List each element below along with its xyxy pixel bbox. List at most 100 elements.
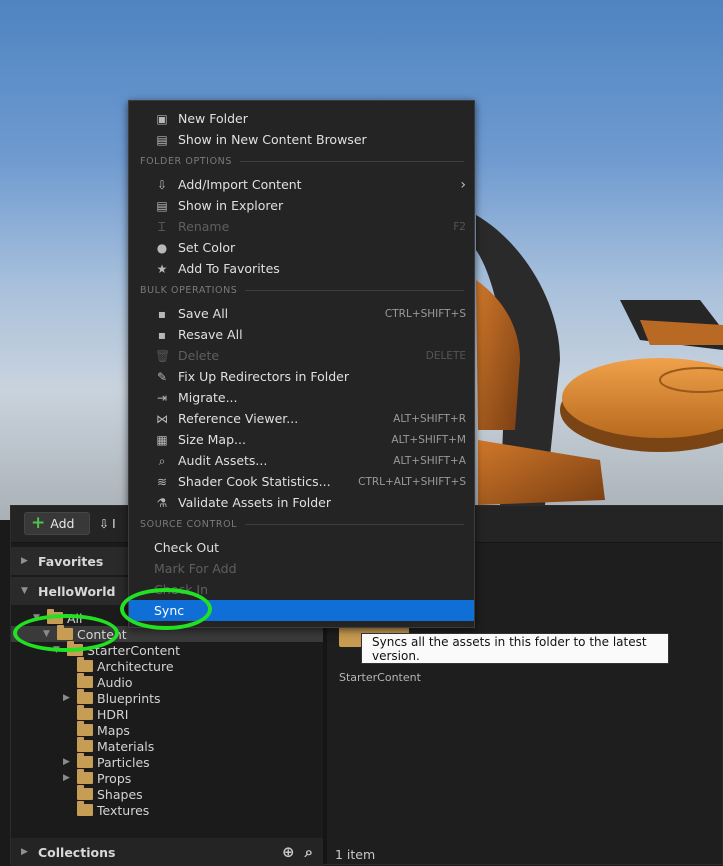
menu-item-show-in-new-content-browser[interactable]: ▤ Show in New Content Browser	[129, 129, 474, 150]
tree-item[interactable]: Audio	[63, 673, 133, 690]
menu-item-label: Check Out	[154, 540, 220, 555]
menu-item-shortcut: ALT+SHIFT+M	[391, 433, 466, 446]
menu-section-label: SOURCE CONTROL	[140, 518, 238, 530]
tree-item-label: Maps	[97, 722, 130, 738]
folder-icon	[77, 801, 93, 816]
menu-item-size-map[interactable]: ▦ Size Map... ALT+SHIFT+M	[129, 429, 474, 450]
menu-item-new-folder[interactable]: ▣ New Folder	[129, 108, 474, 129]
menu-item-show-in-explorer[interactable]: ▤ Show in Explorer	[129, 195, 474, 216]
asset-label: StarterContent	[339, 671, 421, 684]
menu-item-audit-assets[interactable]: ⌕ Audit Assets... ALT+SHIFT+A	[129, 450, 474, 471]
folder-icon	[67, 641, 83, 656]
save-icon: ▪	[157, 306, 167, 321]
menu-item-sync[interactable]: Sync	[129, 600, 474, 621]
search-icon[interactable]: ⌕	[305, 843, 313, 861]
audit-icon: ⌕	[158, 453, 166, 468]
menu-item-fix-up-redirectors-in-folder[interactable]: ✎ Fix Up Redirectors in Folder	[129, 366, 474, 387]
chevron-right-icon: ▶	[21, 847, 28, 857]
menu-item-resave-all[interactable]: ▪ Resave All	[129, 324, 474, 345]
chevron-down-icon[interactable]: ▼	[33, 613, 43, 623]
tree-item[interactable]: ▼ All	[33, 609, 83, 626]
tree-item-label: Materials	[97, 738, 155, 754]
tree-item[interactable]: Textures	[63, 801, 150, 818]
menu-item-shortcut: DELETE	[425, 349, 466, 362]
menu-item-add-to-favorites[interactable]: ★ Add To Favorites	[129, 258, 474, 279]
tree-item[interactable]: HDRI	[63, 705, 128, 722]
menu-item-shortcut: CTRL+ALT+SHIFT+S	[358, 475, 466, 488]
collections-header[interactable]: ▶ Collections ⊕ ⌕	[11, 838, 323, 866]
menu-item-set-color[interactable]: ● Set Color	[129, 237, 474, 258]
project-label: HelloWorld	[38, 583, 116, 599]
tree-item[interactable]: ▶ Props	[63, 769, 131, 786]
chevron-down-icon[interactable]: ▼	[53, 645, 63, 655]
menu-item-label: Reference Viewer...	[178, 411, 299, 426]
tree-item-label: Architecture	[97, 658, 174, 674]
tooltip-text: Syncs all the assets in this folder to t…	[372, 634, 647, 663]
chevron-down-icon[interactable]: ▼	[43, 629, 53, 639]
new-folder-icon: ▣	[156, 111, 168, 126]
tree-item[interactable]: ▶ Blueprints	[63, 689, 161, 706]
tree-item[interactable]: ▶ Particles	[63, 753, 150, 770]
menu-item-label: Rename	[178, 219, 230, 234]
import-icon: ⇩	[99, 516, 110, 531]
menu-item-label: Size Map...	[178, 432, 246, 447]
menu-item-label: Save All	[178, 306, 229, 321]
folder-icon	[77, 753, 93, 768]
menu-item-label: Audit Assets...	[178, 453, 268, 468]
chevron-down-icon: ▼	[21, 586, 28, 596]
chevron-right-icon[interactable]: ▶	[63, 757, 73, 767]
import-button[interactable]: ⇩ I	[99, 512, 129, 535]
tree-item[interactable]: Architecture	[63, 657, 174, 674]
folder-icon	[77, 737, 93, 752]
tree-item-label: All	[67, 610, 83, 626]
menu-item-save-all[interactable]: ▪ Save All CTRL+SHIFT+S	[129, 303, 474, 324]
tree-item[interactable]: Maps	[63, 721, 130, 738]
add-button[interactable]: + Add	[24, 512, 90, 535]
chevron-right-icon[interactable]: ▶	[63, 693, 73, 703]
folder-icon	[77, 785, 93, 800]
folder-icon	[77, 689, 93, 704]
menu-item-reference-viewer[interactable]: ⋈ Reference Viewer... ALT+SHIFT+R	[129, 408, 474, 429]
flask-icon: ⚗	[156, 495, 168, 510]
menu-item-label: Sync	[154, 603, 185, 618]
folder-icon	[77, 673, 93, 688]
folder-icon	[57, 625, 73, 640]
menu-divider	[245, 289, 464, 291]
chevron-right-icon: ▶	[21, 556, 28, 566]
tree-item-label: StarterContent	[87, 642, 181, 658]
add-collection-icon[interactable]: ⊕	[282, 843, 295, 861]
menu-item-shader-cook-statistics[interactable]: ≋ Shader Cook Statistics... CTRL+ALT+SHIFT…	[129, 471, 474, 492]
chevron-right-icon[interactable]: ▶	[63, 773, 73, 783]
collections-label: Collections	[38, 844, 116, 860]
menu-item-rename: Ꮖ Rename F2	[129, 216, 474, 237]
chevron-right-icon: ›	[460, 176, 466, 193]
reference-icon: ⋈	[156, 411, 168, 426]
menu-item-label: Shader Cook Statistics...	[178, 474, 331, 489]
tree-item[interactable]: ▼ StarterContent	[53, 641, 181, 658]
plus-icon: +	[31, 513, 46, 533]
menu-item-migrate[interactable]: ⇥ Migrate...	[129, 387, 474, 408]
shader-icon: ≋	[156, 474, 168, 489]
menu-section-label: BULK OPERATIONS	[140, 284, 238, 296]
item-count: 1 item	[335, 847, 376, 862]
tree-item[interactable]: Materials	[63, 737, 155, 754]
menu-item-add-import-content[interactable]: ⇩ Add/Import Content ›	[129, 174, 474, 195]
tree-item-label: Content	[77, 626, 127, 642]
menu-item-shortcut: CTRL+SHIFT+S	[384, 307, 466, 320]
tree-item-label: Textures	[97, 802, 150, 818]
tree-item[interactable]: ▼ Content	[11, 625, 323, 642]
tree-item-label: Blueprints	[97, 690, 161, 706]
folder-icon	[77, 705, 93, 720]
tree-item[interactable]: Shapes	[63, 785, 143, 802]
content-browser-icon: ▤	[156, 132, 168, 147]
menu-item-validate-assets-in-folder[interactable]: ⚗ Validate Assets in Folder	[129, 492, 474, 513]
folder-context-menu: ▣ New Folder ▤ Show in New Content Browser F…	[128, 100, 475, 628]
menu-item-shortcut: F2	[453, 220, 466, 233]
menu-item-label: New Folder	[178, 111, 248, 126]
menu-divider	[240, 160, 464, 162]
menu-item-check-out[interactable]: Check Out	[129, 537, 474, 558]
menu-item-label: Delete	[178, 348, 220, 363]
wrench-icon: ✎	[156, 369, 168, 384]
menu-section-header: BULK OPERATIONS	[140, 284, 464, 296]
star-icon: ★	[156, 261, 168, 276]
